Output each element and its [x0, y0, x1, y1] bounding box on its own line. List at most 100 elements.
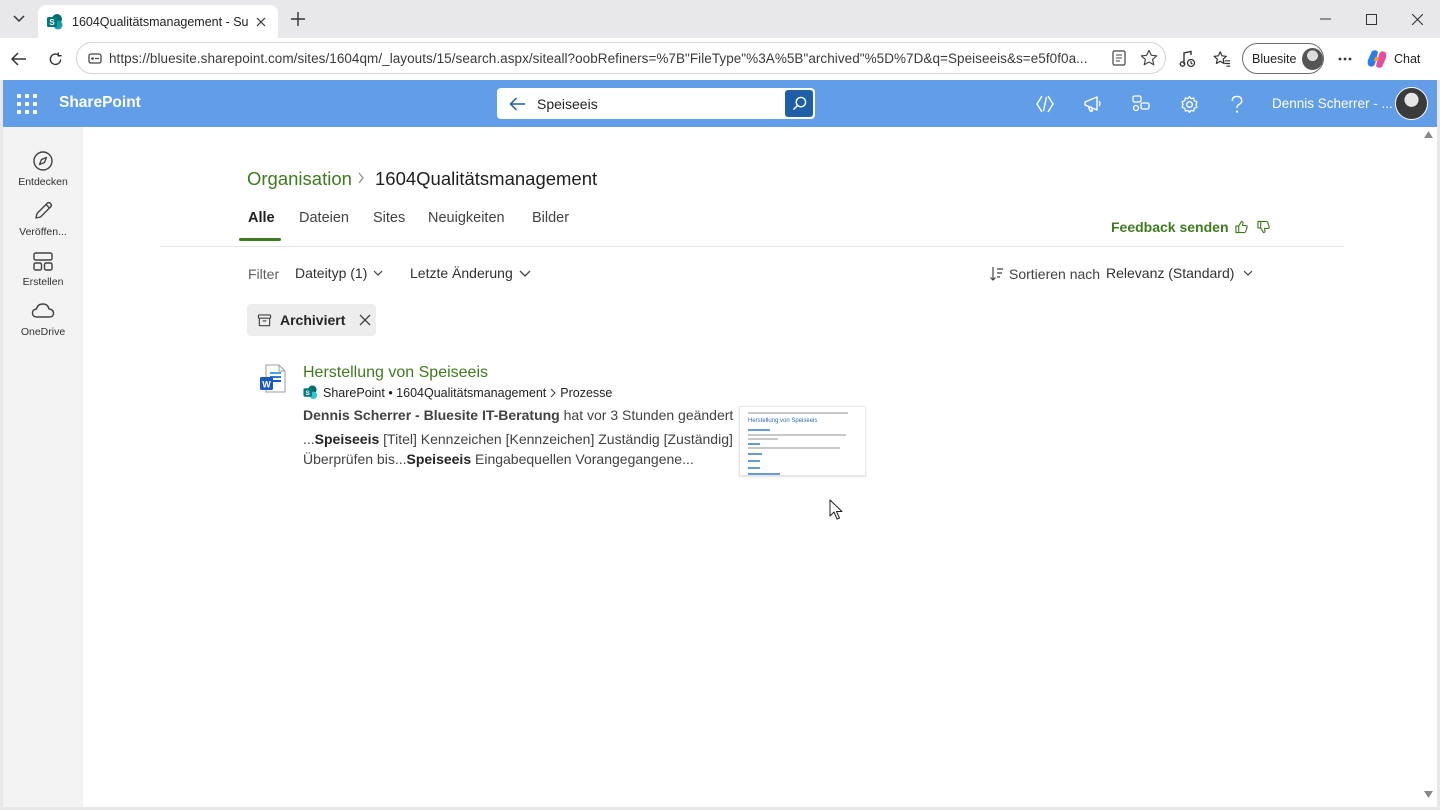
snippet-highlight: Speiseeis	[406, 451, 472, 467]
scroll-down-arrow-icon[interactable]	[1424, 791, 1433, 798]
chevron-right-icon	[358, 172, 364, 184]
rail-item-erstellen[interactable]: Erstellen	[3, 249, 83, 295]
code-embed-icon[interactable]	[1031, 90, 1059, 118]
maximize-icon	[1365, 13, 1377, 25]
app-launcher-icon[interactable]	[17, 94, 37, 114]
archived-filter-chip: Archiviert	[247, 304, 376, 336]
chevron-down-icon	[13, 15, 25, 23]
favorites-icon[interactable]	[1207, 44, 1237, 74]
media-control-icon[interactable]	[1172, 44, 1202, 74]
thumb-heading	[748, 453, 762, 455]
thumbs-down-icon[interactable]	[1255, 218, 1273, 236]
tab-neuigkeiten[interactable]: Neuigkeiten	[428, 210, 505, 226]
cloud-icon	[31, 299, 55, 323]
svg-text:S: S	[306, 390, 311, 397]
site-info-icon[interactable]	[81, 51, 109, 65]
sharepoint-icon: S	[303, 385, 318, 400]
snippet-text: ...	[303, 431, 315, 447]
chevron-down-icon	[519, 270, 531, 277]
modified-dropdown[interactable]: Letzte Änderung	[410, 265, 531, 281]
profile-button[interactable]: Bluesite	[1242, 43, 1324, 74]
breadcrumb-organisation[interactable]: Organisation	[247, 168, 352, 190]
thumb-line	[748, 447, 840, 449]
sort-dropdown[interactable]: Relevanz (Standard)	[1106, 265, 1253, 281]
mouse-cursor-icon	[829, 499, 843, 520]
minimize-button[interactable]	[1302, 0, 1348, 38]
sharepoint-feedback-icon[interactable]	[1127, 90, 1155, 118]
rail-item-label: OneDrive	[20, 326, 66, 338]
reload-button[interactable]	[40, 44, 70, 74]
close-icon	[1411, 13, 1423, 25]
address-bar[interactable]: https://bluesite.sharepoint.com/sites/16…	[76, 42, 1166, 74]
help-icon[interactable]	[1223, 90, 1251, 118]
search-box[interactable]: Speiseeis	[497, 88, 815, 119]
tab-alle[interactable]: Alle	[248, 210, 275, 226]
rail-item-entdecken[interactable]: Entdecken	[3, 149, 83, 195]
browser-tabstrip: S 1604Qualitätsmanagement - Such	[0, 0, 1440, 38]
remove-filter-icon[interactable]	[357, 312, 373, 328]
tab-bilder[interactable]: Bilder	[532, 210, 569, 226]
result-folder-link[interactable]: Prozesse	[560, 386, 612, 400]
snippet-highlight: Speiseeis	[314, 431, 380, 447]
result-site-link[interactable]: SharePoint • 1604Qualitätsmanagement	[323, 386, 546, 400]
new-tab-button[interactable]	[286, 7, 310, 31]
chevron-down-icon	[1243, 270, 1253, 276]
search-back-icon[interactable]	[497, 96, 537, 111]
tab-sites[interactable]: Sites	[373, 210, 405, 226]
favorite-star-icon[interactable]	[1135, 44, 1163, 72]
pen-icon	[31, 199, 55, 223]
search-submit-button[interactable]	[785, 90, 813, 117]
sharepoint-favicon-icon: S	[47, 13, 63, 29]
copilot-chat-button[interactable]: Chat	[1366, 45, 1434, 73]
left-navigation-rail: Entdecken Veröffen... Erstellen OneDrive	[3, 127, 83, 807]
thumb-title: Herstellung von Speiseeis	[748, 418, 818, 424]
thumbs-up-icon[interactable]	[1233, 218, 1251, 236]
user-avatar[interactable]	[1395, 87, 1428, 120]
suite-bar: SharePoint Speiseeis Dennis Scherrer - .…	[3, 80, 1437, 127]
thumb-line	[748, 438, 778, 440]
chevron-right-icon	[550, 388, 557, 398]
maximize-button[interactable]	[1348, 0, 1394, 38]
tab-dateien[interactable]: Dateien	[299, 210, 349, 226]
sort-label: Sortieren nach	[1009, 266, 1101, 282]
close-window-button[interactable]	[1394, 0, 1440, 38]
thumb-heading	[748, 473, 780, 475]
arrow-left-icon	[11, 52, 26, 66]
layout-create-icon	[31, 249, 55, 273]
tab-title: 1604Qualitätsmanagement - Such	[72, 14, 248, 29]
user-name[interactable]: Dennis Scherrer - ...	[1272, 96, 1393, 111]
filetype-dropdown-label: Dateityp (1)	[295, 265, 368, 281]
more-options-icon[interactable]	[1330, 44, 1360, 74]
tab-actions-menu-button[interactable]	[6, 6, 32, 32]
vertical-scrollbar[interactable]	[1421, 127, 1437, 807]
filter-label: Filter	[248, 266, 280, 282]
chevron-down-icon	[373, 270, 383, 276]
minimize-icon	[1319, 18, 1331, 20]
result-title-link[interactable]: Herstellung von Speiseeis	[303, 364, 488, 382]
sharepoint-brand[interactable]: SharePoint	[59, 94, 141, 112]
result-preview-thumbnail[interactable]: Herstellung von Speiseeis	[739, 406, 866, 476]
breadcrumb-site: 1604Qualitätsmanagement	[375, 168, 598, 189]
tabs-divider	[160, 246, 1344, 247]
close-tab-icon[interactable]	[252, 13, 270, 31]
rail-item-onedrive[interactable]: OneDrive	[3, 299, 83, 345]
snippet-text: Überprüfen bis...	[303, 451, 407, 467]
feedback-link[interactable]: Feedback senden	[1111, 218, 1273, 236]
scroll-up-arrow-icon[interactable]	[1424, 131, 1433, 138]
chip-label: Archiviert	[280, 312, 346, 328]
feedback-label: Feedback senden	[1111, 219, 1229, 235]
reading-view-icon[interactable]	[1105, 44, 1133, 72]
thumb-heading	[748, 443, 760, 445]
active-tab-indicator	[239, 238, 281, 241]
thumb-line	[748, 412, 848, 414]
announcement-icon[interactable]	[1079, 90, 1107, 118]
rail-item-veroeffentlichen[interactable]: Veröffen...	[3, 199, 83, 245]
settings-gear-icon[interactable]	[1175, 90, 1203, 118]
search-input[interactable]: Speiseeis	[537, 96, 785, 112]
sort-icon	[990, 267, 1003, 281]
profile-avatar	[1302, 47, 1323, 70]
thumb-heading	[748, 429, 770, 431]
browser-tab[interactable]: S 1604Qualitätsmanagement - Such	[38, 5, 278, 38]
filetype-dropdown[interactable]: Dateityp (1)	[295, 265, 383, 281]
back-button[interactable]	[4, 44, 34, 74]
